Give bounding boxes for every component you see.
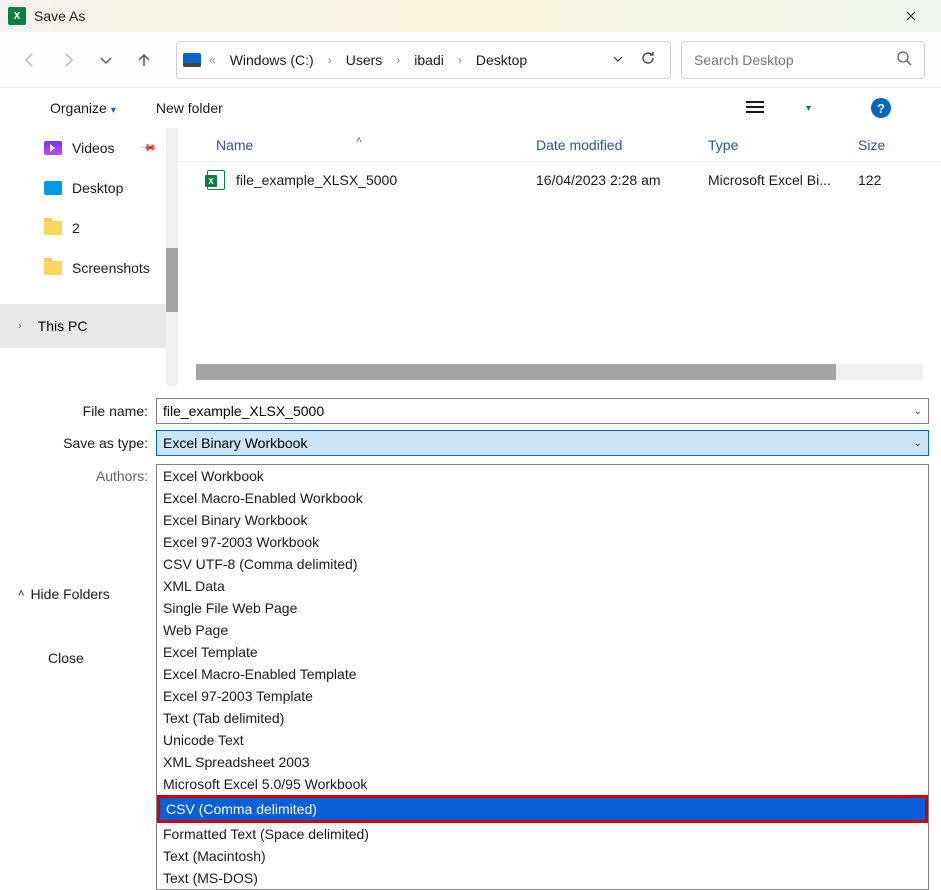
chevron-right-icon: › — [394, 53, 402, 67]
savetype-option[interactable]: Text (Macintosh) — [157, 845, 928, 867]
sidebar-item-label: This PC — [38, 318, 88, 334]
file-list-area: Name˄ Date modified Type Size file_examp… — [178, 128, 941, 386]
chevron-down-icon[interactable]: ⌄ — [914, 438, 922, 449]
hide-folders-button[interactable]: ˄ Hide Folders — [18, 586, 110, 602]
breadcrumb[interactable]: « Windows (C:) › Users › ibadi › Desktop — [176, 41, 671, 79]
savetype-option[interactable]: Unicode Text — [157, 729, 928, 751]
sidebar-item-thispc[interactable]: › This PC — [0, 304, 178, 348]
sidebar-item-label: 2 — [72, 220, 80, 236]
savetype-option[interactable]: XML Spreadsheet 2003 — [157, 751, 928, 773]
up-button[interactable] — [130, 46, 158, 74]
savetype-option[interactable]: Microsoft Excel 5.0/95 Workbook — [157, 773, 928, 795]
sidebar-item-folder[interactable]: 2 — [0, 208, 178, 248]
col-size[interactable]: Size — [858, 137, 885, 153]
highlighted-option: CSV (Comma delimited) — [157, 795, 928, 823]
filename-input[interactable]: file_example_XLSX_5000 ⌄ — [156, 398, 929, 424]
sidebar-item-screenshots[interactable]: Screenshots — [0, 248, 178, 288]
authors-label: Authors: — [0, 468, 156, 484]
filename-value: file_example_XLSX_5000 — [163, 403, 324, 419]
breadcrumb-seg[interactable]: ibadi — [408, 48, 450, 72]
help-button[interactable]: ? — [871, 98, 891, 118]
window-title: Save As — [34, 8, 889, 24]
sidebar-item-label: Videos — [72, 140, 115, 156]
drive-icon — [183, 53, 201, 67]
savetype-option[interactable]: Excel 97-2003 Workbook — [157, 531, 928, 553]
titlebar: X Save As — [0, 0, 941, 32]
toolbar: Organize▾ New folder ▾ ? — [0, 88, 941, 128]
savetype-option[interactable]: CSV (Comma delimited) — [160, 798, 925, 820]
horizontal-scrollbar[interactable] — [196, 364, 923, 380]
sidebar-item-label: Screenshots — [72, 260, 150, 276]
sort-indicator-icon: ˄ — [356, 135, 362, 146]
file-name: file_example_XLSX_5000 — [236, 172, 536, 188]
chevron-right-icon: › — [18, 320, 22, 332]
col-type[interactable]: Type — [708, 137, 858, 153]
hscroll-thumb[interactable] — [196, 364, 836, 380]
view-dropdown[interactable]: ▾ — [806, 103, 811, 114]
videos-icon — [44, 141, 62, 155]
recent-dropdown-button[interactable] — [92, 46, 120, 74]
savetype-option[interactable]: Excel Binary Workbook — [157, 509, 928, 531]
file-size: 122 — [858, 172, 881, 188]
savetype-option[interactable]: Excel Template — [157, 641, 928, 663]
folder-icon — [44, 221, 62, 235]
col-name[interactable]: Name˄ — [216, 137, 536, 153]
savetype-option[interactable]: XML Data — [157, 575, 928, 597]
chevron-right-icon: › — [326, 53, 334, 67]
breadcrumb-seg[interactable]: Desktop — [470, 48, 533, 72]
chevron-down-icon[interactable]: ⌄ — [914, 406, 922, 417]
savetype-option[interactable]: Excel 97-2003 Template — [157, 685, 928, 707]
col-date[interactable]: Date modified — [536, 137, 708, 153]
breadcrumb-seg[interactable]: Users — [340, 48, 389, 72]
breadcrumb-dropdown[interactable] — [612, 52, 624, 68]
view-options-button[interactable] — [746, 100, 764, 117]
savetype-dropdown[interactable]: Excel WorkbookExcel Macro-Enabled Workbo… — [156, 464, 929, 890]
main-area: Videos Desktop 2 Screenshots › This PC N… — [0, 128, 941, 386]
chevron-icon: « — [207, 53, 218, 67]
column-headers: Name˄ Date modified Type Size — [178, 128, 941, 162]
nav-row: « Windows (C:) › Users › ibadi › Desktop — [0, 32, 941, 88]
close-icon — [906, 11, 916, 21]
file-type: Microsoft Excel Bi... — [708, 172, 858, 188]
file-date: 16/04/2023 2:28 am — [536, 172, 708, 188]
forward-button[interactable] — [54, 46, 82, 74]
chevron-right-icon: › — [456, 53, 464, 67]
savetype-option[interactable]: Excel Macro-Enabled Template — [157, 663, 928, 685]
savetype-option[interactable]: Excel Workbook — [157, 465, 928, 487]
savetype-value: Excel Binary Workbook — [163, 435, 307, 451]
search-input[interactable] — [694, 52, 896, 68]
savetype-label: Save as type: — [0, 435, 156, 451]
excel-app-icon: X — [8, 7, 26, 25]
savetype-option[interactable]: Web Page — [157, 619, 928, 641]
savetype-combobox[interactable]: Excel Binary Workbook ⌄ — [156, 430, 929, 456]
filename-label: File name: — [0, 403, 156, 419]
chevron-up-icon: ˄ — [18, 588, 24, 600]
search-icon — [896, 50, 912, 69]
close-command[interactable]: Close — [48, 650, 84, 666]
savetype-option[interactable]: CSV UTF-8 (Comma delimited) — [157, 553, 928, 575]
folder-icon — [44, 261, 62, 275]
refresh-button[interactable] — [640, 50, 656, 69]
savetype-option[interactable]: Text (MS-DOS) — [157, 867, 928, 889]
savetype-option[interactable]: Excel Macro-Enabled Workbook — [157, 487, 928, 509]
back-button[interactable] — [16, 46, 44, 74]
sidebar-item-label: Desktop — [72, 180, 123, 196]
sidebar-scroll-thumb[interactable] — [166, 248, 178, 312]
organize-menu[interactable]: Organize▾ — [50, 100, 116, 116]
savetype-option[interactable]: Formatted Text (Space delimited) — [157, 823, 928, 845]
sidebar-item-videos[interactable]: Videos — [0, 128, 178, 168]
desktop-icon — [44, 181, 62, 195]
new-folder-button[interactable]: New folder — [156, 100, 223, 116]
excel-file-icon — [206, 170, 226, 190]
close-window-button[interactable] — [889, 0, 933, 32]
search-box[interactable] — [681, 41, 925, 79]
savetype-option[interactable]: Text (Tab delimited) — [157, 707, 928, 729]
breadcrumb-seg[interactable]: Windows (C:) — [224, 48, 320, 72]
file-row[interactable]: file_example_XLSX_5000 16/04/2023 2:28 a… — [178, 162, 941, 198]
sidebar: Videos Desktop 2 Screenshots › This PC — [0, 128, 178, 386]
sidebar-item-desktop[interactable]: Desktop — [0, 168, 178, 208]
savetype-option[interactable]: Single File Web Page — [157, 597, 928, 619]
